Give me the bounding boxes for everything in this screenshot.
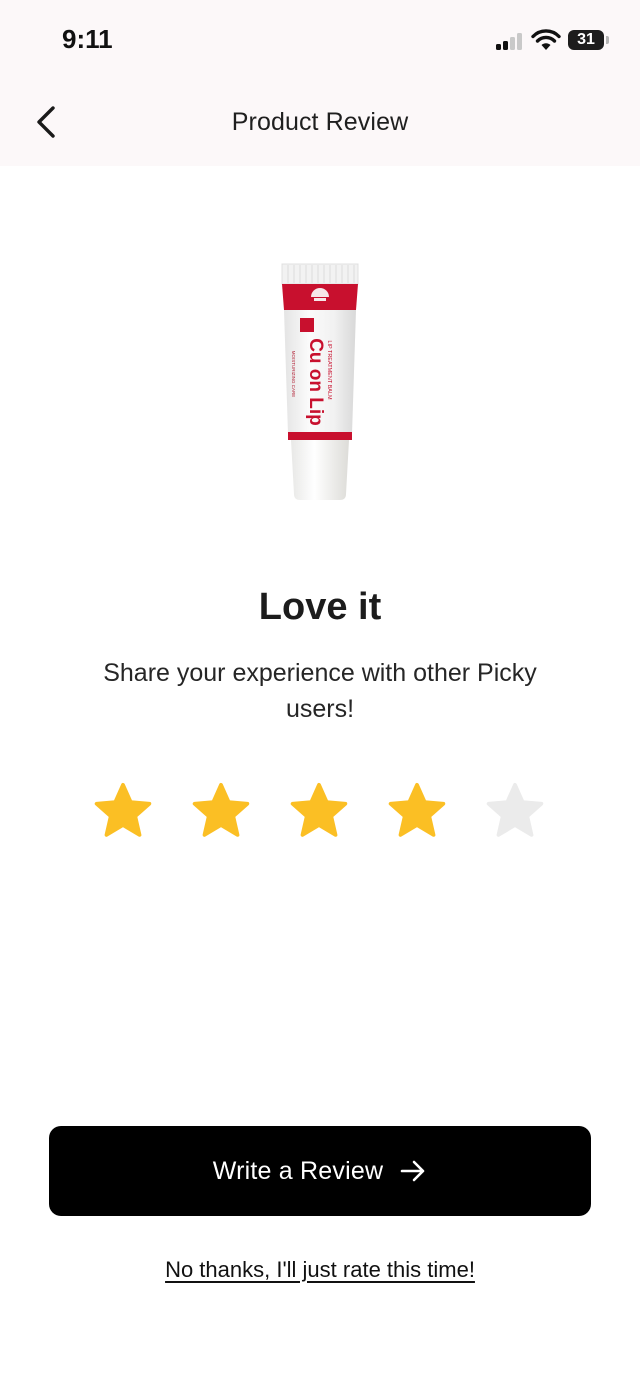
- svg-text:MOISTURIZING CARE: MOISTURIZING CARE: [291, 351, 296, 398]
- write-review-button[interactable]: Write a Review: [49, 1126, 591, 1216]
- arrow-right-icon: [400, 1160, 425, 1182]
- header: Product Review: [0, 80, 640, 166]
- product-review-screen: 9:11 31 Product Review Cu on Lip LIP TRE…: [0, 0, 640, 1385]
- top-area: 9:11 31 Product Review: [0, 0, 640, 166]
- star-filled-icon[interactable]: [384, 780, 450, 844]
- battery-cap: [606, 36, 609, 44]
- lip-tube-product-image: Cu on Lip LIP TREATMENT BALM MOISTURIZIN…: [281, 263, 359, 500]
- star-filled-icon[interactable]: [188, 780, 254, 844]
- wifi-icon: [531, 29, 561, 50]
- battery-icon: 31: [568, 30, 604, 50]
- review-prompt-text: Share your experience with other Picky u…: [103, 659, 537, 723]
- status-bar: 9:11 31: [0, 0, 640, 80]
- star-filled-icon[interactable]: [90, 780, 156, 844]
- svg-text:LIP TREATMENT BALM: LIP TREATMENT BALM: [326, 340, 332, 400]
- write-review-label: Write a Review: [212, 1156, 384, 1185]
- star-rating[interactable]: [90, 780, 550, 844]
- star-filled-icon[interactable]: [286, 780, 352, 844]
- rating-label: Love it: [258, 586, 382, 628]
- star-empty-icon[interactable]: [482, 780, 548, 844]
- status-time: 9:11: [62, 24, 113, 54]
- svg-text:Cu on Lip: Cu on Lip: [305, 338, 326, 426]
- cellular-signal-icon: [496, 32, 524, 50]
- page-title: Product Review: [231, 108, 409, 136]
- skip-review-link[interactable]: No thanks, I'll just rate this time!: [0, 1257, 640, 1283]
- skip-review-label: No thanks, I'll just rate this time!: [165, 1257, 475, 1282]
- battery-level: 31: [577, 31, 595, 48]
